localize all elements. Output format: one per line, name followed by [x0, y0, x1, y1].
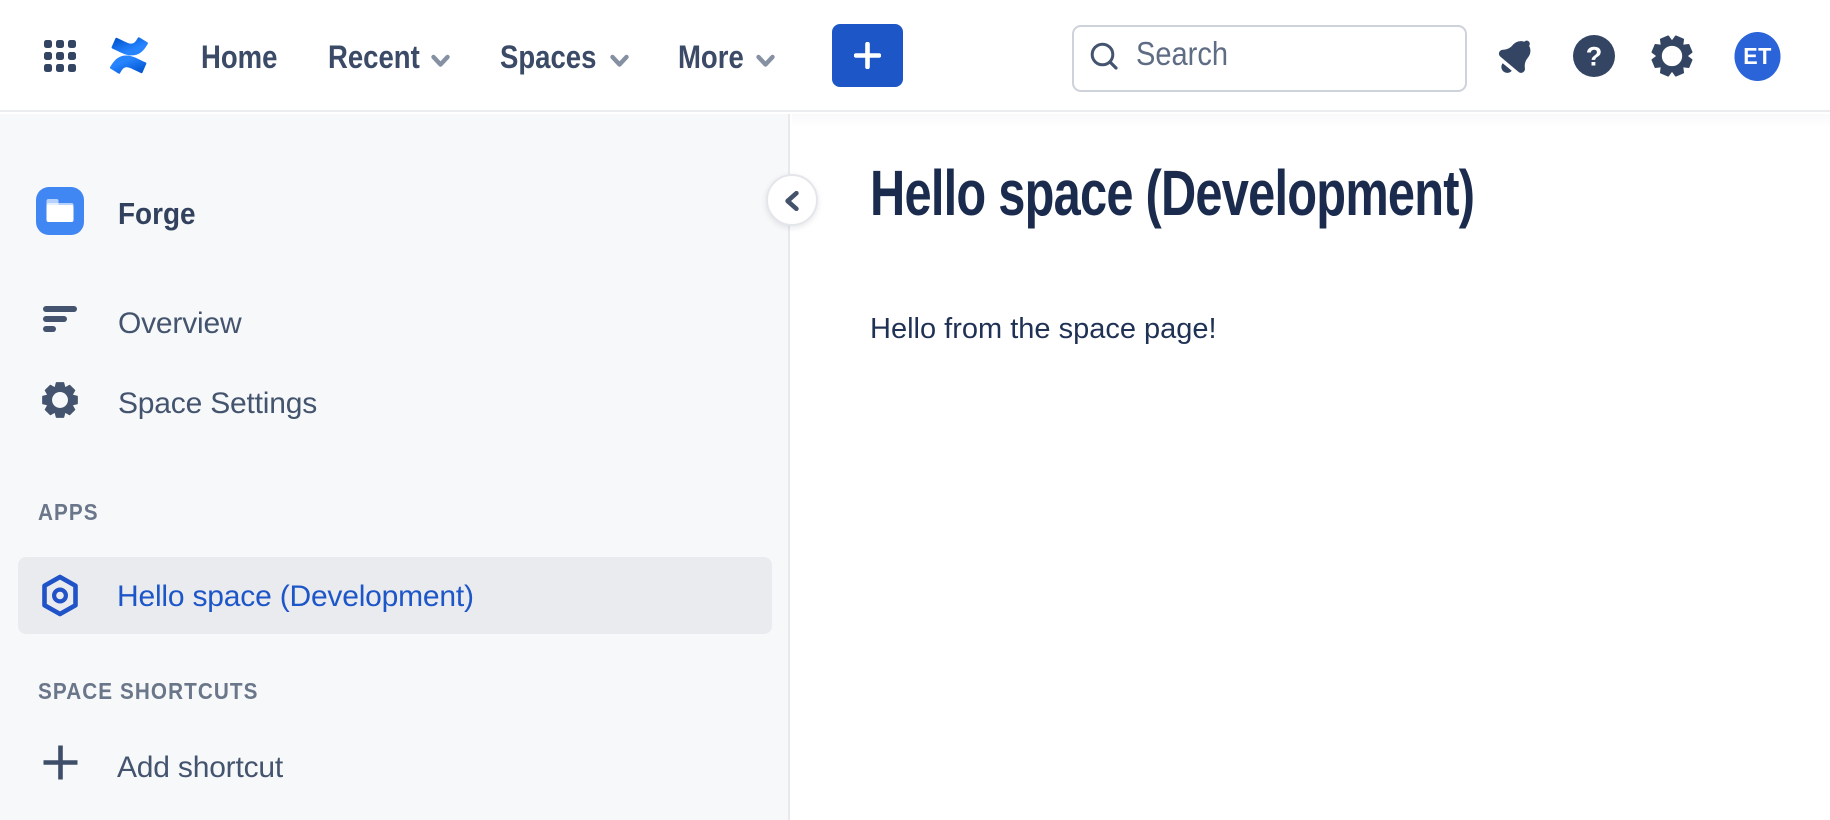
svg-text:?: ?: [1586, 42, 1603, 72]
